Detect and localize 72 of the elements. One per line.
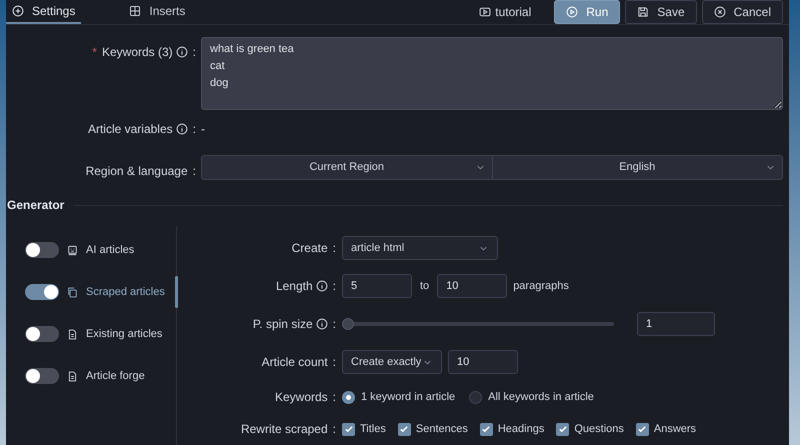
radio-option[interactable]: All keywords in article [469, 388, 594, 406]
region-select[interactable]: Current Region [201, 155, 492, 180]
toggle-switch[interactable] [25, 326, 59, 342]
run-button[interactable]: Run [554, 0, 620, 24]
checkbox-option[interactable]: Answers [636, 420, 696, 438]
count-mode-select[interactable]: Create exactly [342, 350, 442, 374]
source-item[interactable]: AI articles [67, 242, 134, 258]
create-select[interactable]: article html [342, 236, 498, 260]
count-field[interactable]: 10 [448, 350, 518, 374]
colon: : [192, 44, 196, 61]
document-icon [67, 328, 78, 340]
close-icon [714, 6, 726, 18]
source-item[interactable]: Scraped articles [67, 284, 165, 300]
checkbox-option[interactable]: Sentences [398, 420, 468, 438]
colon: : [332, 421, 336, 438]
field-label: Keywords (3) [102, 44, 173, 61]
colon: : [332, 354, 336, 371]
field-label: P. spin size [252, 316, 313, 333]
checkbox[interactable] [480, 422, 493, 436]
to-label: to [420, 278, 430, 294]
tab[interactable]: Settings [6, 0, 82, 24]
keywords-textarea[interactable]: what is green tea cat dog [201, 37, 783, 110]
tab[interactable]: Inserts [123, 0, 192, 24]
checkbox[interactable] [398, 422, 411, 436]
grid-icon [129, 5, 142, 17]
length-max-field[interactable]: 10 [437, 274, 508, 298]
radio-button[interactable] [469, 390, 482, 404]
checkbox[interactable] [556, 422, 570, 436]
colon: : [332, 278, 336, 295]
robot-icon [67, 244, 78, 256]
checkbox-option[interactable]: Questions [556, 420, 624, 438]
save-icon [637, 6, 650, 18]
radio-button[interactable] [342, 390, 355, 404]
length-min-field[interactable]: 5 [342, 274, 412, 298]
active-indicator [175, 276, 178, 308]
toggle-switch[interactable] [25, 284, 59, 300]
document-icon [67, 370, 78, 382]
checkbox[interactable] [342, 422, 355, 436]
copy-icon [67, 286, 78, 298]
colon: : [192, 162, 196, 180]
save-button[interactable]: Save [625, 0, 697, 24]
colon: : [192, 121, 196, 138]
required-mark: * [92, 44, 97, 61]
cancel-button[interactable]: Cancel [702, 0, 783, 24]
radio-option[interactable]: 1 keyword in article [342, 388, 456, 406]
field-label: Region & language [86, 162, 188, 180]
section-title: Generator [6, 197, 64, 214]
checkbox-option[interactable]: Headings [480, 420, 544, 438]
field-label: Rewrite scraped [240, 421, 328, 438]
spin-size-field[interactable]: 1 [637, 312, 715, 336]
slider-thumb[interactable] [342, 318, 354, 330]
article-variables-value: - [201, 121, 206, 138]
field-label: Keywords [274, 389, 328, 406]
video-icon [479, 6, 492, 18]
checkbox-option[interactable]: Titles [342, 420, 386, 438]
toggle-switch[interactable] [25, 368, 59, 384]
colon: : [332, 316, 336, 333]
toggle-switch[interactable] [25, 242, 59, 258]
checkbox[interactable] [636, 422, 649, 436]
field-label: Article variables [88, 121, 173, 138]
unit-label: paragraphs [513, 278, 569, 294]
field-label: Length [276, 278, 313, 295]
tutorial-link[interactable]: tutorial [479, 3, 532, 21]
field-label: Create [292, 240, 328, 257]
language-select[interactable]: English [492, 155, 783, 180]
plus-circle-icon [12, 5, 24, 17]
colon: : [332, 389, 336, 406]
colon: : [332, 240, 336, 257]
field-label: Article count [262, 354, 328, 371]
source-item[interactable]: Existing articles [67, 326, 162, 342]
play-icon [566, 6, 578, 18]
source-item[interactable]: Article forge [67, 368, 145, 384]
